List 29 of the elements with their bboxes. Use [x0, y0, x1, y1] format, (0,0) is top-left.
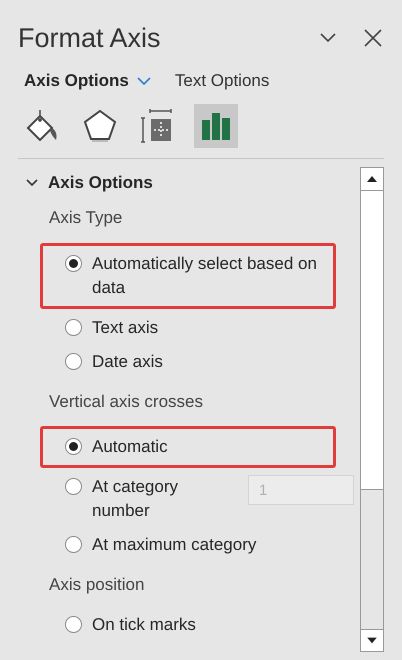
group-label: Vertical axis crosses: [48, 390, 204, 412]
options-tab[interactable]: Text Options: [174, 68, 270, 94]
scroll-up-icon[interactable]: [361, 168, 383, 190]
radio-button[interactable]: [65, 616, 82, 632]
group-label: Axis position: [48, 574, 146, 596]
radio-button[interactable]: [65, 254, 82, 272]
radio-label[interactable]: Text axis: [92, 316, 328, 340]
radio-label[interactable]: At maximum category: [92, 533, 328, 557]
radio-label[interactable]: Automatic: [92, 435, 325, 459]
pane-title: Format Axis: [18, 22, 162, 55]
radio-label[interactable]: At category number: [92, 475, 212, 523]
chevron-down-icon[interactable]: [26, 179, 38, 187]
scrollbar[interactable]: [360, 167, 384, 652]
radio-button[interactable]: [65, 536, 82, 553]
radio-label[interactable]: Automatically select based on data: [92, 252, 325, 300]
radio-label[interactable]: On tick marks: [92, 612, 328, 636]
group-label: Axis Type: [48, 207, 124, 229]
pentagon-icon: [82, 108, 118, 144]
chevron-down-icon[interactable]: [320, 33, 336, 43]
radio-button[interactable]: [65, 318, 82, 336]
section-heading: Axis Options: [48, 172, 153, 194]
radio-button[interactable]: [65, 478, 82, 495]
close-icon[interactable]: [364, 29, 382, 47]
options-tab[interactable]: Axis Options: [24, 68, 129, 94]
radio-button[interactable]: [65, 352, 82, 370]
radio-button[interactable]: [65, 438, 82, 455]
radio-label[interactable]: Date axis: [92, 350, 328, 374]
scroll-down-icon[interactable]: [361, 629, 383, 651]
scroll-thumb[interactable]: [361, 190, 383, 490]
